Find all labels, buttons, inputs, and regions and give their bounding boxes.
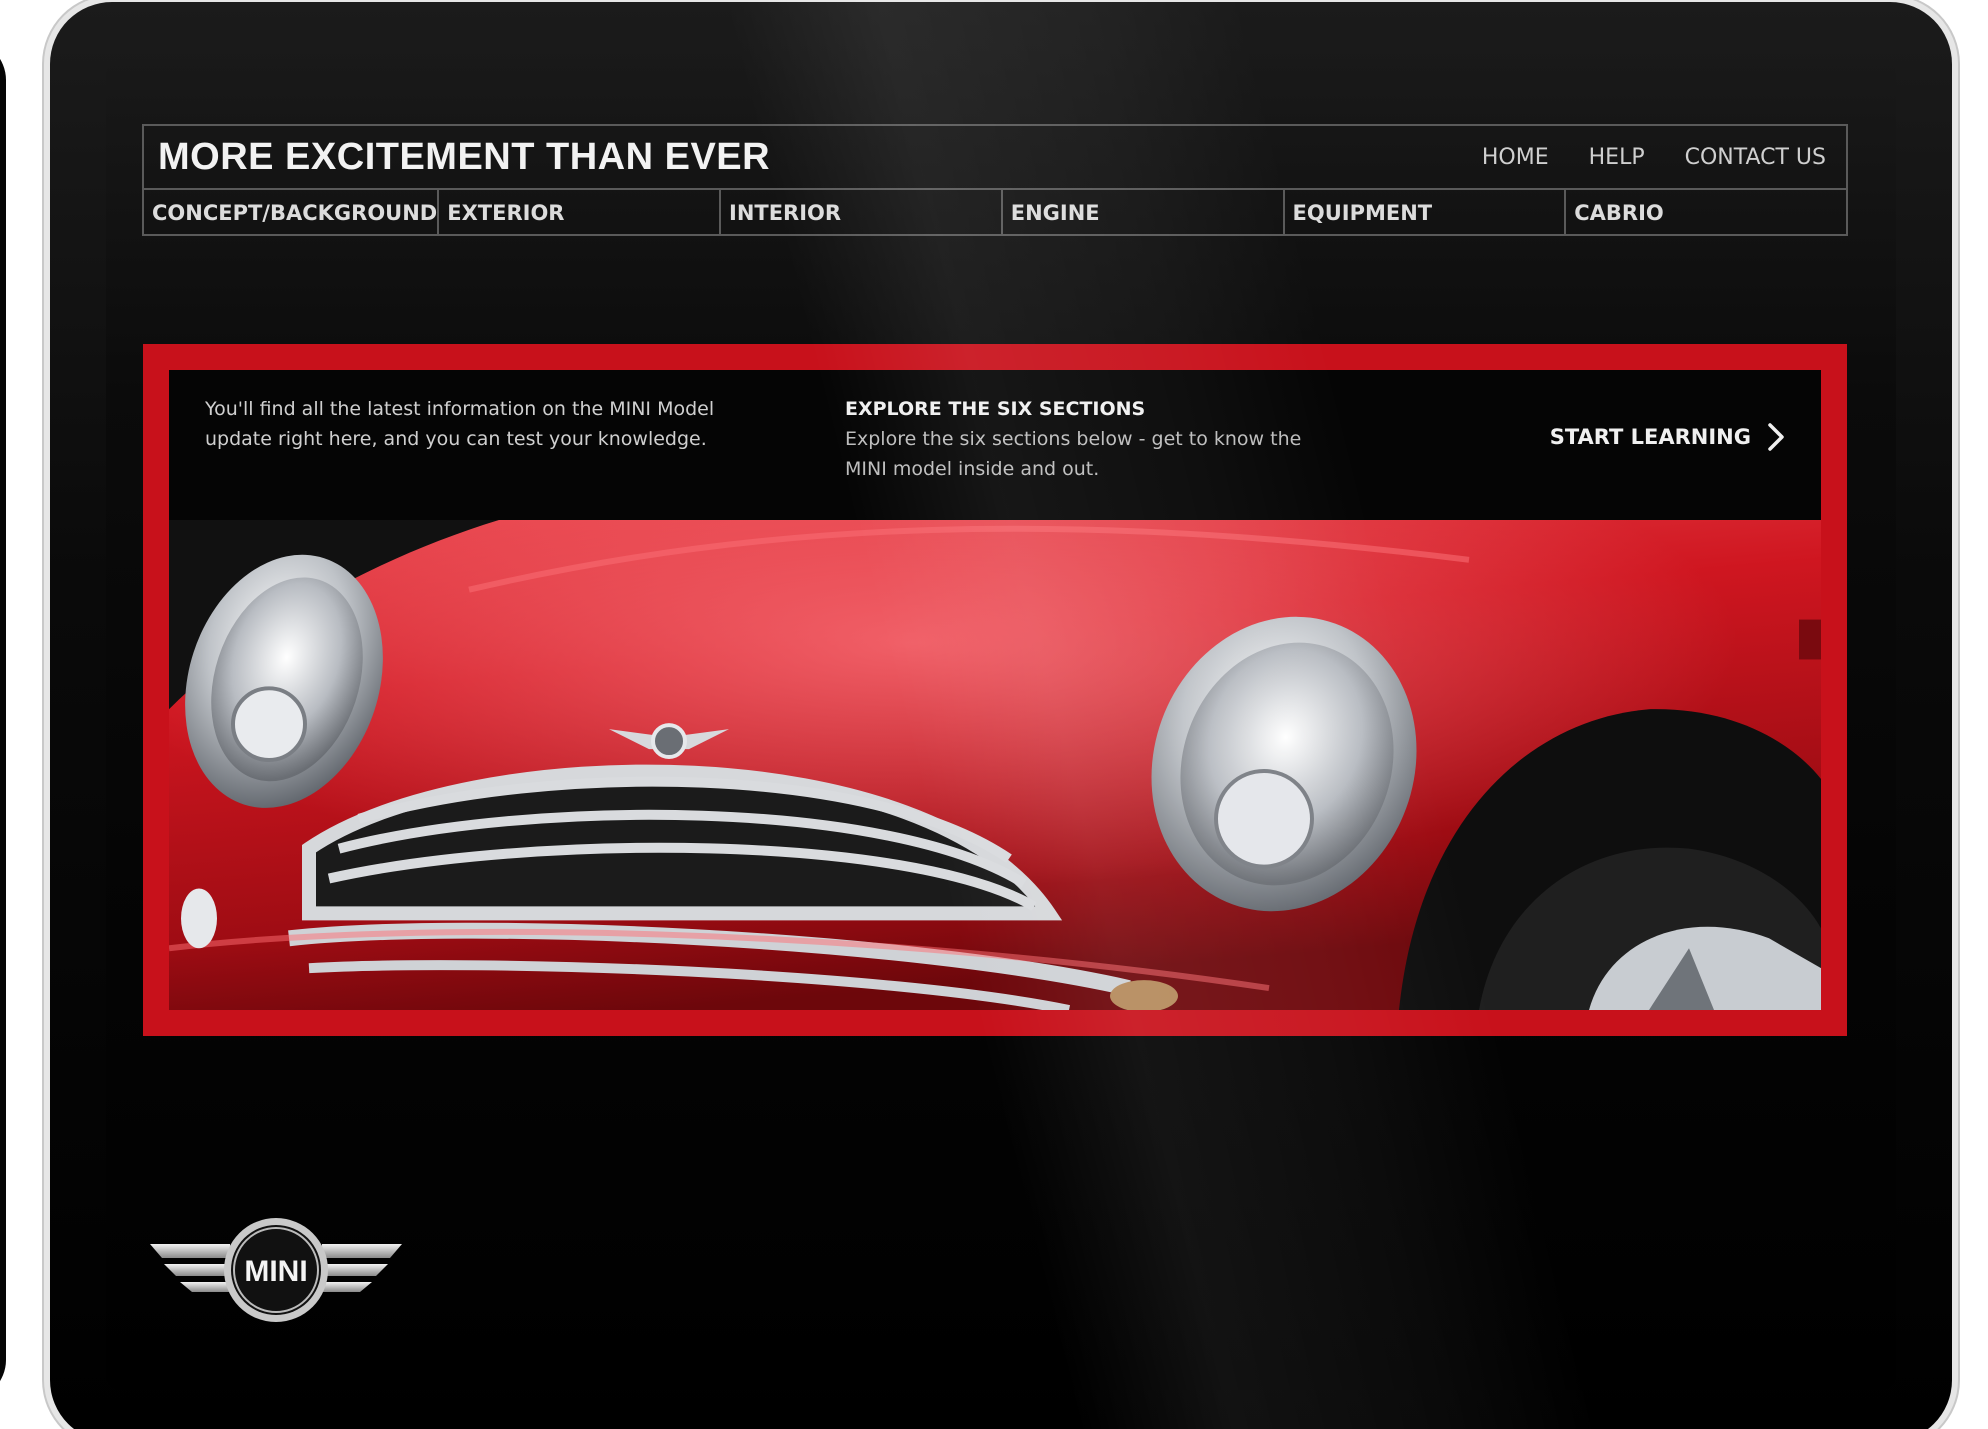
tab-cabrio[interactable]: CABRIO [1566, 190, 1846, 236]
mini-logo: MINI [146, 1214, 406, 1326]
feature-panel: You'll find all the latest information o… [169, 370, 1821, 1010]
scene: MORE EXCITEMENT THAN EVER HOME HELP CONT… [0, 0, 1988, 1429]
tab-engine[interactable]: ENGINE [1003, 190, 1285, 236]
site-header: MORE EXCITEMENT THAN EVER HOME HELP CONT… [142, 124, 1848, 236]
utility-links: HOME HELP CONTACT US [1482, 145, 1826, 170]
tab-concept-background[interactable]: CONCEPT/BACKGROUND [144, 190, 440, 236]
contact-us-link[interactable]: CONTACT US [1685, 145, 1826, 170]
tab-equipment[interactable]: EQUIPMENT [1285, 190, 1567, 236]
feature-frame: You'll find all the latest information o… [143, 344, 1847, 1036]
tab-exterior[interactable]: EXTERIOR [439, 190, 721, 236]
tab-interior[interactable]: INTERIOR [721, 190, 1003, 236]
intro-text: You'll find all the latest information o… [205, 398, 715, 450]
help-link[interactable]: HELP [1589, 145, 1645, 170]
explore-heading: EXPLORE THE SIX SECTIONS [845, 398, 1146, 420]
chevron-right-icon [1768, 423, 1784, 451]
adjacent-device-edge [0, 40, 6, 1400]
explore-text: Explore the six sections below - get to … [845, 428, 1302, 480]
explore-block: EXPLORE THE SIX SECTIONS Explore the six… [845, 394, 1325, 484]
feature-info-bar: You'll find all the latest information o… [169, 370, 1821, 520]
header-top-bar: MORE EXCITEMENT THAN EVER HOME HELP CONT… [144, 126, 1846, 190]
start-learning-label: START LEARNING [1549, 425, 1751, 449]
car-hero-image [169, 520, 1821, 1010]
mini-logo-text: MINI [244, 1255, 307, 1288]
section-nav: CONCEPT/BACKGROUND EXTERIOR INTERIOR ENG… [144, 190, 1846, 236]
home-link[interactable]: HOME [1482, 145, 1549, 170]
page-title: MORE EXCITEMENT THAN EVER [158, 135, 771, 178]
start-learning-button[interactable]: START LEARNING [1550, 422, 1785, 452]
